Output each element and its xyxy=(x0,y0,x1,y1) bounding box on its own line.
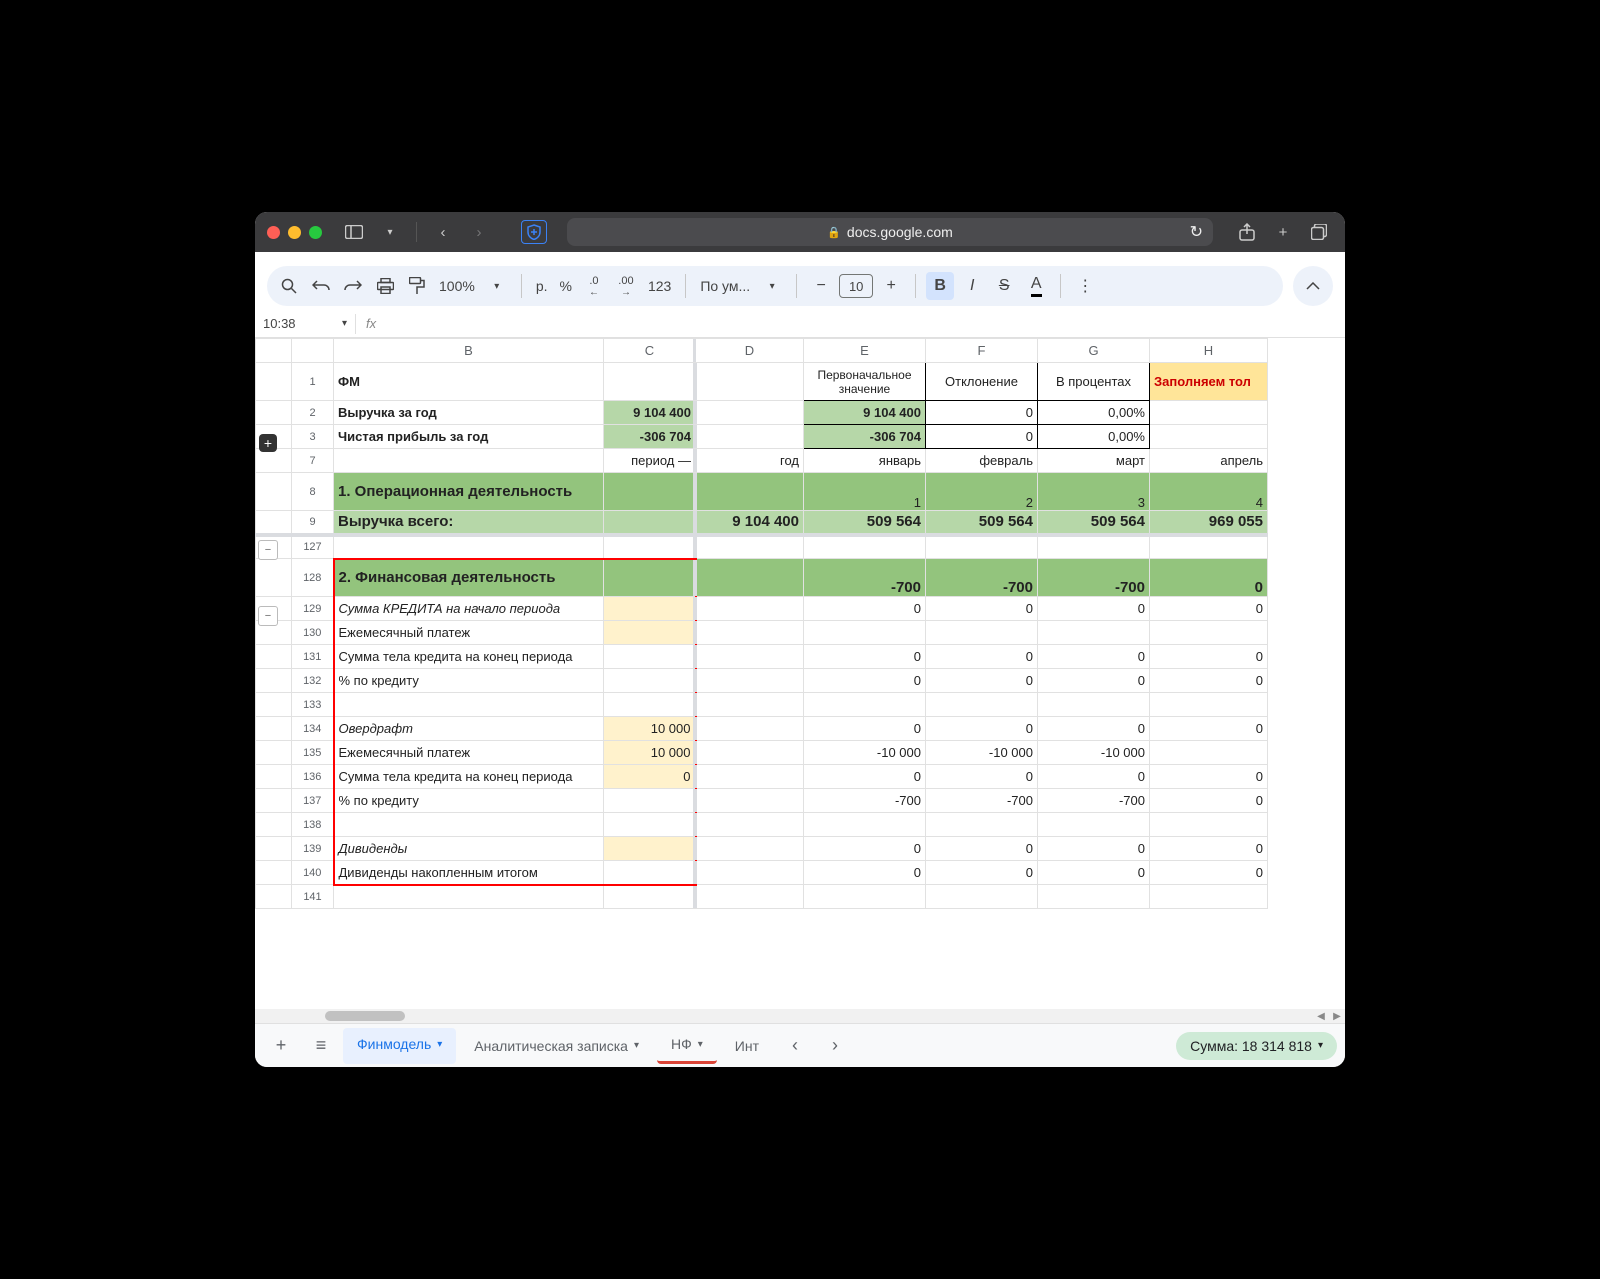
tabs-scroll-left[interactable]: ‹ xyxy=(777,1028,813,1064)
browser-window: ▾ ‹ › 🔒 docs.google.com ↻ + xyxy=(255,212,1345,1067)
sheet-tab-int[interactable]: Инт xyxy=(721,1028,773,1064)
chevron-down-icon[interactable]: ▾ xyxy=(1318,1040,1323,1051)
address-bar[interactable]: 🔒 docs.google.com ↻ xyxy=(567,218,1213,246)
row-130[interactable]: 130 Ежемесячный платеж xyxy=(256,621,1268,645)
row-group-collapse-2[interactable]: − xyxy=(258,606,278,626)
row-128[interactable]: 128 2. Финансовая деятельность -700 -700… xyxy=(256,559,1268,597)
paint-format-icon[interactable] xyxy=(403,272,431,300)
row-136[interactable]: 136 Сумма тела кредита на конец периода … xyxy=(256,765,1268,789)
currency-button[interactable]: р. xyxy=(532,278,552,294)
print-icon[interactable] xyxy=(371,272,399,300)
row-141[interactable]: 141 xyxy=(256,885,1268,909)
reload-icon[interactable]: ↻ xyxy=(1190,222,1203,242)
all-sheets-button[interactable]: ≡ xyxy=(303,1028,339,1064)
bold-button[interactable]: B xyxy=(926,272,954,300)
chevron-down-icon[interactable]: ▾ xyxy=(437,1039,442,1050)
add-rows-icon[interactable]: + xyxy=(259,434,277,452)
sheet-tab-nf[interactable]: НФ▾ xyxy=(657,1028,717,1064)
close-window-button[interactable] xyxy=(267,226,280,239)
row-1[interactable]: 1 ФМ Первоначальное значение Отклонение … xyxy=(256,363,1268,401)
sheets-toolbar: 100% ▾ р. % .0← .00→ 123 По ум... ▾ − 10… xyxy=(255,262,1345,310)
zoom-level[interactable]: 100% xyxy=(435,278,479,294)
chevron-down-icon[interactable]: ▾ xyxy=(634,1040,639,1051)
row-3[interactable]: 3 Чистая прибыль за год -306 704 -306 70… xyxy=(256,425,1268,449)
browser-titlebar: ▾ ‹ › 🔒 docs.google.com ↻ + xyxy=(255,212,1345,252)
font-size-decrease[interactable]: − xyxy=(807,272,835,300)
chevron-down-icon[interactable]: ▾ xyxy=(376,218,404,246)
quicksum-display[interactable]: Сумма: 18 314 818 ▾ xyxy=(1176,1032,1337,1060)
shield-icon[interactable] xyxy=(521,220,547,244)
sheet-tabs-bar: + ≡ Финмодель▾ Аналитическая записка▾ НФ… xyxy=(255,1023,1345,1067)
row-129[interactable]: 129 Сумма КРЕДИТА на начало периода 0 0 … xyxy=(256,597,1268,621)
zoom-dropdown-icon[interactable]: ▾ xyxy=(483,272,511,300)
sheet-tab-finmodel[interactable]: Финмодель▾ xyxy=(343,1028,456,1064)
row-135[interactable]: 135 Ежемесячный платеж 10 000 -10 000 -1… xyxy=(256,741,1268,765)
tabs-scroll-right[interactable]: › xyxy=(817,1028,853,1064)
sheet-table: B C D E F G H 1 ФМ Первоначальное значен… xyxy=(255,338,1268,909)
url-text: docs.google.com xyxy=(847,224,953,240)
decrease-decimal-icon[interactable]: .0← xyxy=(580,272,608,300)
minimize-window-button[interactable] xyxy=(288,226,301,239)
strikethrough-button[interactable]: S xyxy=(990,272,1018,300)
text-color-button[interactable]: A xyxy=(1022,272,1050,300)
nav-back-button[interactable]: ‹ xyxy=(429,218,457,246)
collapse-toolbar-icon[interactable] xyxy=(1293,266,1333,306)
lock-icon: 🔒 xyxy=(827,226,841,239)
name-box[interactable]: 10:38 ▾ xyxy=(255,316,355,331)
nav-forward-button[interactable]: › xyxy=(465,218,493,246)
row-133[interactable]: 133 xyxy=(256,693,1268,717)
row-group-collapse-1[interactable]: − xyxy=(258,540,278,560)
sidebar-toggle-icon[interactable] xyxy=(340,218,368,246)
spreadsheet-grid[interactable]: − − + B C D E F G H 1 ФМ xyxy=(255,338,1345,1009)
chevron-down-icon[interactable]: ▾ xyxy=(342,318,347,329)
row-131[interactable]: 131 Сумма тела кредита на конец периода … xyxy=(256,645,1268,669)
add-sheet-button[interactable]: + xyxy=(263,1028,299,1064)
row-8[interactable]: 8 1. Операционная деятельность 1 2 3 4 xyxy=(256,473,1268,511)
fx-label: fx xyxy=(356,316,386,331)
redo-icon[interactable] xyxy=(339,272,367,300)
percent-button[interactable]: % xyxy=(556,278,576,294)
row-138[interactable]: 138 xyxy=(256,813,1268,837)
name-box-row: 10:38 ▾ fx xyxy=(255,310,1345,338)
row-134[interactable]: 134 Овердрафт 10 000 0 0 0 0 xyxy=(256,717,1268,741)
row-139[interactable]: 139 Дивиденды 0 0 0 0 xyxy=(256,837,1268,861)
sheet-tab-analytics[interactable]: Аналитическая записка▾ xyxy=(460,1028,653,1064)
font-size-input[interactable]: 10 xyxy=(839,274,873,298)
increase-decimal-icon[interactable]: .00→ xyxy=(612,272,640,300)
undo-icon[interactable] xyxy=(307,272,335,300)
row-7[interactable]: 7 период — год январь февраль март апрел… xyxy=(256,449,1268,473)
column-header-row: B C D E F G H xyxy=(256,339,1268,363)
new-tab-icon[interactable]: + xyxy=(1269,218,1297,246)
more-toolbar-icon[interactable]: ⋮ xyxy=(1071,272,1099,300)
horizontal-scrollbar[interactable]: ◀▶ xyxy=(255,1009,1345,1023)
search-icon[interactable] xyxy=(275,272,303,300)
font-dropdown-icon[interactable]: ▾ xyxy=(758,272,786,300)
row-2[interactable]: 2 Выручка за год 9 104 400 9 104 400 0 0… xyxy=(256,401,1268,425)
row-127[interactable]: 127 xyxy=(256,535,1268,559)
tabs-overview-icon[interactable] xyxy=(1305,218,1333,246)
row-137[interactable]: 137 % по кредиту -700 -700 -700 0 xyxy=(256,789,1268,813)
font-size-increase[interactable]: + xyxy=(877,272,905,300)
row-140[interactable]: 140 Дивиденды накопленным итогом 0 0 0 0 xyxy=(256,861,1268,885)
row-132[interactable]: 132 % по кредиту 0 0 0 0 xyxy=(256,669,1268,693)
font-family-select[interactable]: По ум... xyxy=(696,278,754,294)
italic-button[interactable]: I xyxy=(958,272,986,300)
window-controls xyxy=(267,226,322,239)
maximize-window-button[interactable] xyxy=(309,226,322,239)
share-icon[interactable] xyxy=(1233,218,1261,246)
format-123-button[interactable]: 123 xyxy=(644,278,675,294)
chevron-down-icon[interactable]: ▾ xyxy=(698,1039,703,1050)
formula-bar[interactable] xyxy=(386,310,1345,337)
row-9[interactable]: 9 Выручка всего: 9 104 400 509 564 509 5… xyxy=(256,511,1268,535)
